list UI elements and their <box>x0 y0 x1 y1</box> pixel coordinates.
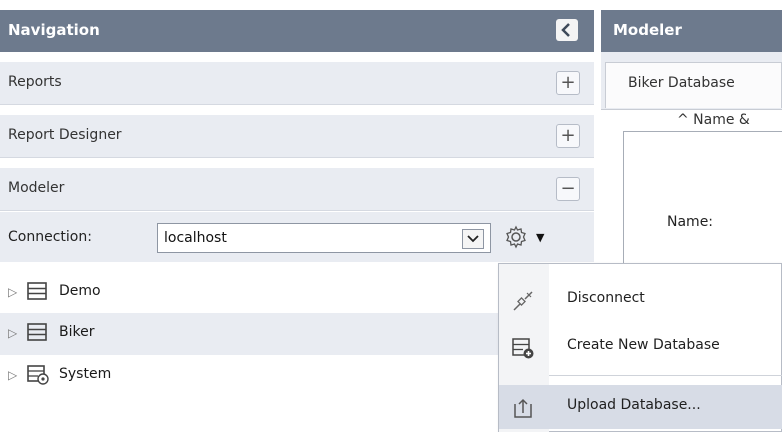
connection-settings-button[interactable]: ▼ <box>498 222 556 254</box>
create-database-icon <box>511 336 535 360</box>
connection-context-menu: Disconnect Create New Database Upload Da… <box>498 263 782 432</box>
section-reports[interactable]: Reports + <box>0 62 594 105</box>
collapse-icon[interactable]: − <box>556 177 580 201</box>
menu-item-create-new-database[interactable]: Create New Database <box>499 325 782 369</box>
menu-item-upload-database[interactable]: Upload Database... <box>499 385 782 429</box>
tab-biker-database[interactable]: Biker Database <box>605 62 782 108</box>
section-report-designer[interactable]: Report Designer + <box>0 115 594 158</box>
navigation-title: Navigation <box>8 21 100 39</box>
tree-item-label: Demo <box>59 283 101 299</box>
menu-item-disconnect[interactable]: Disconnect <box>499 278 782 322</box>
menu-separator <box>549 375 782 376</box>
menu-item-label: Create New Database <box>567 337 720 353</box>
section-reports-label: Reports <box>8 74 62 90</box>
expand-arrow-icon[interactable]: ▷ <box>8 285 17 299</box>
tab-label: Biker Database <box>628 75 735 91</box>
menu-item-label: Upload Database... <box>567 397 701 413</box>
modeler-title: Modeler <box>613 21 682 39</box>
tree-item-label: Biker <box>59 324 95 340</box>
upload-icon <box>511 396 535 420</box>
expand-icon[interactable]: + <box>556 71 580 95</box>
expand-arrow-icon[interactable]: ▷ <box>8 326 17 340</box>
database-icon <box>26 322 48 342</box>
section-modeler[interactable]: Modeler − <box>0 168 594 211</box>
connection-value: localhost <box>164 230 227 246</box>
modeler-header: Modeler <box>601 10 782 52</box>
connection-select[interactable]: localhost <box>157 223 491 253</box>
app-root: Navigation Reports + Report Designer + M… <box>0 0 782 432</box>
section-modeler-label: Modeler <box>8 180 65 196</box>
menu-item-label: Disconnect <box>567 290 645 306</box>
connection-label: Connection: <box>8 229 92 245</box>
name-label: Name: <box>667 214 714 230</box>
chevron-left-icon <box>561 23 570 37</box>
connection-row: Connection: localhost ▼ <box>0 212 594 262</box>
system-database-icon <box>26 364 49 385</box>
section-report-designer-label: Report Designer <box>8 127 122 143</box>
fieldset-legend[interactable]: ^ Name & <box>671 112 756 128</box>
disconnect-plug-icon <box>511 289 535 313</box>
settings-caret-icon: ▼ <box>536 231 545 244</box>
navigation-header: Navigation <box>0 10 594 52</box>
collapse-navigation-button[interactable] <box>556 19 578 41</box>
expand-arrow-icon[interactable]: ▷ <box>8 368 17 382</box>
gear-icon <box>504 225 528 255</box>
modeler-tab-strip: Biker Database <box>601 52 782 110</box>
chevron-down-icon[interactable] <box>462 229 484 249</box>
expand-icon[interactable]: + <box>556 124 580 148</box>
tree-item-label: System <box>59 366 112 382</box>
database-icon <box>26 281 48 301</box>
